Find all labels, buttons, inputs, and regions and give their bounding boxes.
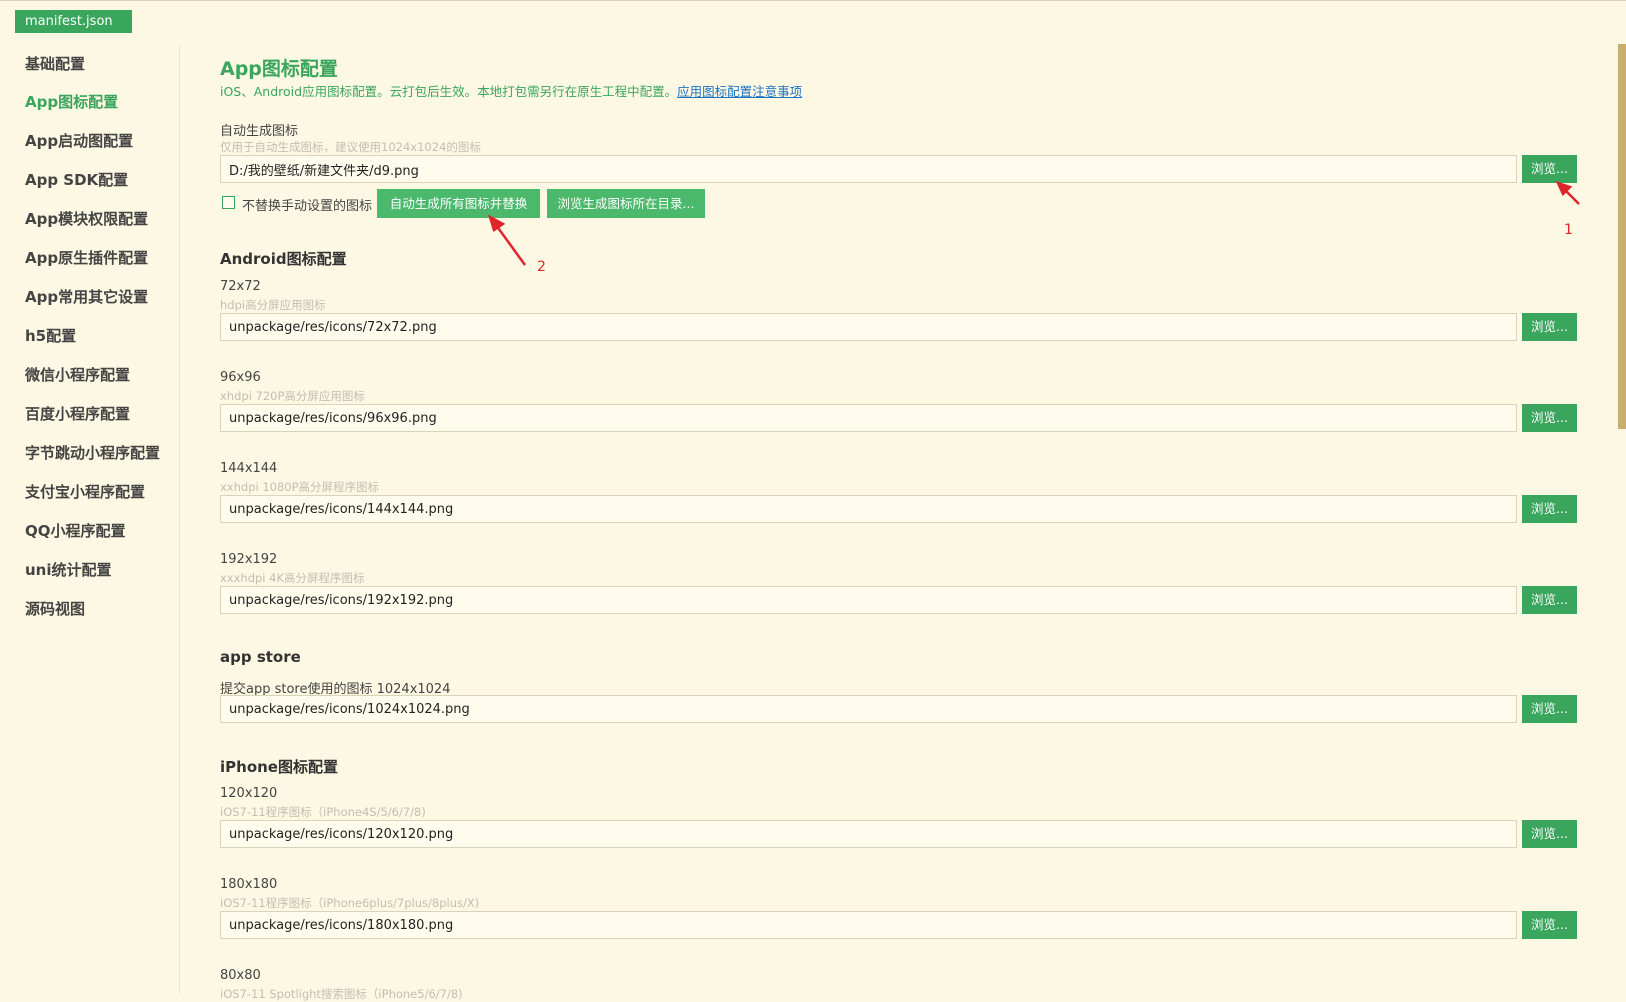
sidebar-item-qq[interactable]: QQ小程序配置 [25, 520, 126, 541]
appstore-1024-browse-button[interactable]: 浏览... [1522, 695, 1577, 723]
sidebar-item-app-modules[interactable]: App模块权限配置 [25, 208, 148, 229]
no-replace-manual-checkbox[interactable] [222, 196, 235, 209]
iphone-icon-size-label: 180x180 [220, 877, 278, 892]
sidebar-item-source-view[interactable]: 源码视图 [25, 598, 85, 619]
android-192-path-input[interactable] [220, 586, 1517, 614]
main-content: App图标配置 iOS、Android应用图标配置。云打包后生效。本地打包需另行… [220, 0, 1580, 1001]
sidebar-item-app-native-plugins[interactable]: App原生插件配置 [25, 247, 148, 268]
description-text: iOS、Android应用图标配置。云打包后生效。本地打包需另行在原生工程中配置… [220, 84, 678, 99]
auto-icon-hint: 仅用于自动生成图标，建议使用1024x1024的图标 [220, 140, 481, 154]
android-icon-hint: xxxhdpi 4K高分屏程序图标 [220, 571, 365, 585]
appstore-1024-path-input[interactable] [220, 695, 1517, 723]
android-96-browse-button[interactable]: 浏览... [1522, 404, 1577, 432]
page-title: App图标配置 [220, 58, 338, 80]
android-96-path-input[interactable] [220, 404, 1517, 432]
sidebar-item-toutiao[interactable]: 字节跳动小程序配置 [25, 442, 160, 463]
sidebar-item-app-icon[interactable]: App图标配置 [25, 91, 118, 112]
no-replace-manual-label[interactable]: 不替换手动设置的图标 [242, 195, 372, 214]
iphone-icon-size-label: 80x80 [220, 968, 261, 983]
sidebar-item-h5[interactable]: h5配置 [25, 325, 76, 346]
sidebar-item-baidu[interactable]: 百度小程序配置 [25, 403, 130, 424]
sidebar-item-app-sdk[interactable]: App SDK配置 [25, 169, 128, 190]
iphone-icon-hint: iOS7-11程序图标（iPhone6plus/7plus/8plus/X) [220, 896, 480, 910]
browse-icons-dir-button[interactable]: 浏览生成图标所在目录... [547, 189, 705, 218]
android-72-path-input[interactable] [220, 313, 1517, 341]
android-icon-size-label: 72x72 [220, 279, 261, 294]
file-tab-manifest[interactable]: manifest.json [15, 10, 132, 33]
android-72-browse-button[interactable]: 浏览... [1522, 313, 1577, 341]
sidebar-item-app-splash[interactable]: App启动图配置 [25, 130, 133, 151]
android-144-browse-button[interactable]: 浏览... [1522, 495, 1577, 523]
iphone-180-path-input[interactable] [220, 911, 1517, 939]
android-icon-size-label: 144x144 [220, 461, 278, 476]
sidebar-item-alipay[interactable]: 支付宝小程序配置 [25, 481, 145, 502]
sidebar-item-basic[interactable]: 基础配置 [25, 53, 85, 74]
android-icon-hint: xxhdpi 1080P高分屏程序图标 [220, 480, 380, 494]
annotation-marker-2: 2 [537, 259, 546, 275]
annotation-marker-1: 1 [1564, 222, 1573, 238]
auto-icon-label: 自动生成图标 [220, 124, 299, 139]
iphone-icon-hint: iOS7-11程序图标（iPhone4S/5/6/7/8) [220, 805, 426, 819]
iphone-120-browse-button[interactable]: 浏览... [1522, 820, 1577, 848]
generate-all-icons-button[interactable]: 自动生成所有图标并替换 [377, 189, 540, 218]
page-description: iOS、Android应用图标配置。云打包后生效。本地打包需另行在原生工程中配置… [220, 81, 802, 100]
iphone-120-path-input[interactable] [220, 820, 1517, 848]
android-icon-hint: xhdpi 720P高分屏应用图标 [220, 389, 365, 403]
android-144-path-input[interactable] [220, 495, 1517, 523]
android-icon-size-label: 192x192 [220, 552, 278, 567]
auto-icon-path-input[interactable] [220, 155, 1517, 183]
sidebar-item-uni-stat[interactable]: uni统计配置 [25, 559, 112, 580]
appstore-section-heading: app store [220, 648, 301, 666]
iphone-icon-hint: iOS7-11 Spotlight搜索图标（iPhone5/6/7/8) [220, 987, 463, 1001]
sidebar-item-app-other[interactable]: App常用其它设置 [25, 286, 148, 307]
android-192-browse-button[interactable]: 浏览... [1522, 586, 1577, 614]
icon-config-notes-link[interactable]: 应用图标配置注意事项 [677, 84, 802, 99]
android-icon-size-label: 96x96 [220, 370, 261, 385]
iphone-icon-size-label: 120x120 [220, 786, 278, 801]
android-icon-hint: hdpi高分屏应用图标 [220, 298, 326, 312]
sidebar: 基础配置 App图标配置 App启动图配置 App SDK配置 App模块权限配… [0, 44, 180, 993]
android-section-heading: Android图标配置 [220, 250, 347, 268]
auto-icon-browse-button[interactable]: 浏览... [1522, 155, 1577, 183]
iphone-section-heading: iPhone图标配置 [220, 758, 338, 776]
sidebar-item-weixin[interactable]: 微信小程序配置 [25, 364, 130, 385]
vertical-scrollbar[interactable] [1618, 44, 1626, 429]
iphone-180-browse-button[interactable]: 浏览... [1522, 911, 1577, 939]
